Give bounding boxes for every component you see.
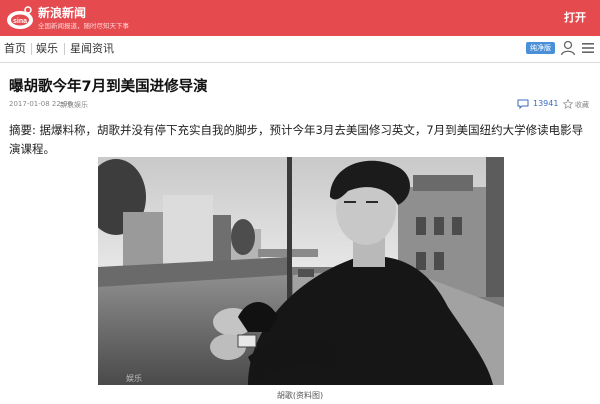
sina-logo: sina (7, 6, 33, 29)
star-icon[interactable] (563, 99, 573, 109)
nav-divider (31, 43, 32, 55)
nav-bar: 首页 娱乐 星闻资讯 纯净版 (0, 36, 600, 63)
app-download-banner[interactable]: sina 新浪新闻 全国新闻报道，随时尽知天下事 打开 (0, 0, 600, 36)
article-title: 曝胡歌今年7月到美国进修导演 (9, 79, 208, 95)
app-title: 新浪新闻 (38, 6, 87, 20)
nav-home[interactable]: 首页 (4, 36, 26, 62)
article-source[interactable]: 新浪娱乐 (60, 100, 88, 110)
logo-text: sina (13, 18, 27, 25)
user-icon[interactable] (559, 39, 577, 57)
photo-watermark: 娱乐 (126, 373, 142, 383)
photo-illustration: 娱乐 (98, 157, 504, 385)
article-photo[interactable]: 娱乐 (98, 157, 504, 385)
comment-count[interactable]: 13941 (533, 99, 558, 108)
app-subtitle: 全国新闻报道，随时尽知天下事 (38, 22, 129, 30)
pure-mode-badge[interactable]: 纯净版 (526, 42, 555, 54)
nav-entertainment[interactable]: 娱乐 (36, 36, 58, 62)
nav-star-news[interactable]: 星闻资讯 (70, 36, 114, 62)
nav-divider (64, 43, 65, 55)
article-summary: 摘要: 据爆料称，胡歌并没有停下充实自我的脚步，预计今年3月去美国修习英文，7月… (9, 123, 584, 156)
favorite-label[interactable]: 收藏 (575, 100, 589, 110)
comment-icon[interactable] (517, 99, 529, 109)
open-app-button[interactable]: 打开 (558, 8, 592, 27)
photo-caption: 胡歌(资料图) (276, 391, 324, 400)
menu-icon[interactable] (580, 40, 596, 56)
